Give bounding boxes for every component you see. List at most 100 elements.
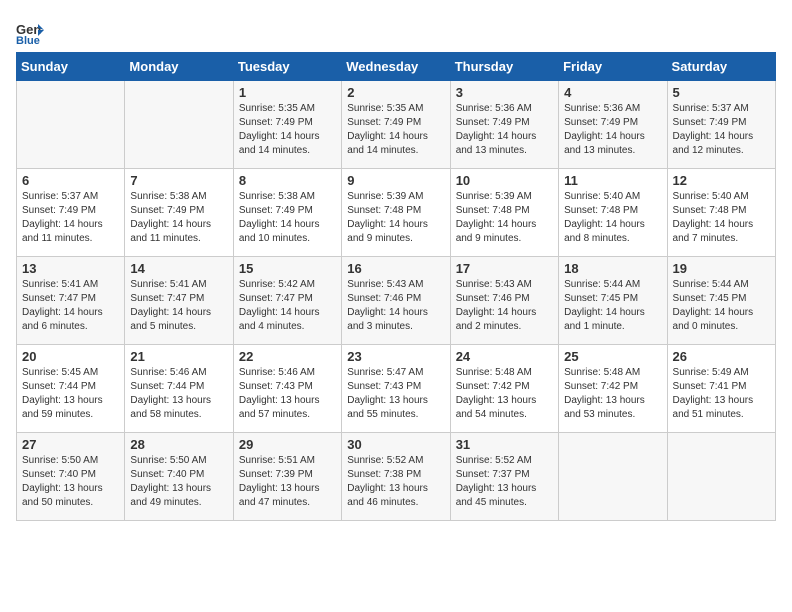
day-info: Sunrise: 5:40 AM Sunset: 7:48 PM Dayligh… <box>564 190 661 246</box>
day-info: Sunrise: 5:47 AM Sunset: 7:43 PM Dayligh… <box>347 366 444 422</box>
day-number: 31 <box>456 437 553 452</box>
day-info: Sunrise: 5:50 AM Sunset: 7:40 PM Dayligh… <box>22 454 119 510</box>
svg-text:Blue: Blue <box>16 35 40 44</box>
day-number: 24 <box>456 349 553 364</box>
day-info: Sunrise: 5:50 AM Sunset: 7:40 PM Dayligh… <box>130 454 227 510</box>
day-number: 20 <box>22 349 119 364</box>
calendar-cell: 13 Sunrise: 5:41 AM Sunset: 7:47 PM Dayli… <box>17 257 125 345</box>
day-info: Sunrise: 5:51 AM Sunset: 7:39 PM Dayligh… <box>239 454 336 510</box>
day-number: 26 <box>673 349 770 364</box>
calendar-cell: 2 Sunrise: 5:35 AM Sunset: 7:49 PM Daylig… <box>342 81 450 169</box>
day-number: 6 <box>22 173 119 188</box>
day-info: Sunrise: 5:35 AM Sunset: 7:49 PM Dayligh… <box>347 102 444 158</box>
calendar-week-row: 6 Sunrise: 5:37 AM Sunset: 7:49 PM Daylig… <box>17 169 776 257</box>
calendar-cell: 4Sunrise: 5:36 AM Sunset: 7:49 PM Daylig… <box>559 81 667 169</box>
day-number: 1 <box>239 85 336 100</box>
calendar-cell <box>559 433 667 521</box>
day-number: 5 <box>673 85 770 100</box>
day-number: 9 <box>347 173 444 188</box>
calendar-cell: 29 Sunrise: 5:51 AM Sunset: 7:39 PM Dayli… <box>233 433 341 521</box>
day-info: Sunrise: 5:38 AM Sunset: 7:49 PM Dayligh… <box>239 190 336 246</box>
day-info: Sunrise: 5:38 AM Sunset: 7:49 PM Dayligh… <box>130 190 227 246</box>
day-info: Sunrise: 5:43 AM Sunset: 7:46 PM Dayligh… <box>456 278 553 334</box>
day-info: Sunrise: 5:52 AM Sunset: 7:37 PM Dayligh… <box>456 454 553 510</box>
calendar-cell: 21 Sunrise: 5:46 AM Sunset: 7:44 PM Dayli… <box>125 345 233 433</box>
day-info: Sunrise: 5:48 AM Sunset: 7:42 PM Dayligh… <box>564 366 661 422</box>
calendar-cell: 25 Sunrise: 5:48 AM Sunset: 7:42 PM Dayli… <box>559 345 667 433</box>
day-info: Sunrise: 5:46 AM Sunset: 7:44 PM Dayligh… <box>130 366 227 422</box>
day-info: Sunrise: 5:41 AM Sunset: 7:47 PM Dayligh… <box>130 278 227 334</box>
day-info: Sunrise: 5:48 AM Sunset: 7:42 PM Dayligh… <box>456 366 553 422</box>
logo-icon: Gen Blue <box>16 16 44 44</box>
day-number: 21 <box>130 349 227 364</box>
calendar-table: SundayMondayTuesdayWednesdayThursdayFrid… <box>16 52 776 521</box>
day-info: Sunrise: 5:44 AM Sunset: 7:45 PM Dayligh… <box>673 278 770 334</box>
day-info: Sunrise: 5:46 AM Sunset: 7:43 PM Dayligh… <box>239 366 336 422</box>
day-info: Sunrise: 5:36 AM Sunset: 7:49 PM Dayligh… <box>564 102 661 158</box>
day-info: Sunrise: 5:49 AM Sunset: 7:41 PM Dayligh… <box>673 366 770 422</box>
day-of-week-header: Sunday <box>17 53 125 81</box>
day-info: Sunrise: 5:41 AM Sunset: 7:47 PM Dayligh… <box>22 278 119 334</box>
calendar-cell: 28 Sunrise: 5:50 AM Sunset: 7:40 PM Dayli… <box>125 433 233 521</box>
calendar-header-row: SundayMondayTuesdayWednesdayThursdayFrid… <box>17 53 776 81</box>
calendar-cell: 26 Sunrise: 5:49 AM Sunset: 7:41 PM Dayli… <box>667 345 775 433</box>
day-number: 22 <box>239 349 336 364</box>
calendar-cell: 31 Sunrise: 5:52 AM Sunset: 7:37 PM Dayli… <box>450 433 558 521</box>
day-number: 28 <box>130 437 227 452</box>
day-of-week-header: Saturday <box>667 53 775 81</box>
calendar-week-row: 20Sunrise: 5:45 AM Sunset: 7:44 PM Dayli… <box>17 345 776 433</box>
day-number: 15 <box>239 261 336 276</box>
calendar-cell: 3 Sunrise: 5:36 AM Sunset: 7:49 PM Daylig… <box>450 81 558 169</box>
calendar-cell: 9 Sunrise: 5:39 AM Sunset: 7:48 PM Daylig… <box>342 169 450 257</box>
day-of-week-header: Friday <box>559 53 667 81</box>
page-header: Gen Blue <box>16 16 776 44</box>
calendar-cell: 24 Sunrise: 5:48 AM Sunset: 7:42 PM Dayli… <box>450 345 558 433</box>
day-info: Sunrise: 5:37 AM Sunset: 7:49 PM Dayligh… <box>673 102 770 158</box>
day-number: 10 <box>456 173 553 188</box>
calendar-cell: 7 Sunrise: 5:38 AM Sunset: 7:49 PM Daylig… <box>125 169 233 257</box>
calendar-week-row: 1 Sunrise: 5:35 AM Sunset: 7:49 PM Daylig… <box>17 81 776 169</box>
day-number: 17 <box>456 261 553 276</box>
day-number: 23 <box>347 349 444 364</box>
day-info: Sunrise: 5:40 AM Sunset: 7:48 PM Dayligh… <box>673 190 770 246</box>
day-number: 12 <box>673 173 770 188</box>
day-of-week-header: Tuesday <box>233 53 341 81</box>
day-number: 18 <box>564 261 661 276</box>
calendar-cell <box>667 433 775 521</box>
calendar-cell: 11 Sunrise: 5:40 AM Sunset: 7:48 PM Dayli… <box>559 169 667 257</box>
day-number: 29 <box>239 437 336 452</box>
day-number: 11 <box>564 173 661 188</box>
calendar-week-row: 27Sunrise: 5:50 AM Sunset: 7:40 PM Dayli… <box>17 433 776 521</box>
day-number: 19 <box>673 261 770 276</box>
day-number: 8 <box>239 173 336 188</box>
calendar-cell: 18 Sunrise: 5:44 AM Sunset: 7:45 PM Dayli… <box>559 257 667 345</box>
calendar-cell: 22 Sunrise: 5:46 AM Sunset: 7:43 PM Dayli… <box>233 345 341 433</box>
calendar-cell: 10Sunrise: 5:39 AM Sunset: 7:48 PM Dayli… <box>450 169 558 257</box>
calendar-cell: 6 Sunrise: 5:37 AM Sunset: 7:49 PM Daylig… <box>17 169 125 257</box>
day-info: Sunrise: 5:37 AM Sunset: 7:49 PM Dayligh… <box>22 190 119 246</box>
day-info: Sunrise: 5:36 AM Sunset: 7:49 PM Dayligh… <box>456 102 553 158</box>
calendar-cell: 15 Sunrise: 5:42 AM Sunset: 7:47 PM Dayli… <box>233 257 341 345</box>
calendar-cell: 20Sunrise: 5:45 AM Sunset: 7:44 PM Dayli… <box>17 345 125 433</box>
day-number: 25 <box>564 349 661 364</box>
day-info: Sunrise: 5:44 AM Sunset: 7:45 PM Dayligh… <box>564 278 661 334</box>
day-of-week-header: Thursday <box>450 53 558 81</box>
calendar-cell: 1Sunrise: 5:35 AM Sunset: 7:49 PM Daylig… <box>233 81 341 169</box>
day-number: 7 <box>130 173 227 188</box>
day-info: Sunrise: 5:43 AM Sunset: 7:46 PM Dayligh… <box>347 278 444 334</box>
day-number: 14 <box>130 261 227 276</box>
calendar-cell: 30 Sunrise: 5:52 AM Sunset: 7:38 PM Dayli… <box>342 433 450 521</box>
calendar-cell <box>125 81 233 169</box>
calendar-cell: 5 Sunrise: 5:37 AM Sunset: 7:49 PM Daylig… <box>667 81 775 169</box>
day-number: 30 <box>347 437 444 452</box>
day-number: 2 <box>347 85 444 100</box>
day-info: Sunrise: 5:52 AM Sunset: 7:38 PM Dayligh… <box>347 454 444 510</box>
day-info: Sunrise: 5:39 AM Sunset: 7:48 PM Dayligh… <box>347 190 444 246</box>
calendar-cell: 27Sunrise: 5:50 AM Sunset: 7:40 PM Dayli… <box>17 433 125 521</box>
day-number: 3 <box>456 85 553 100</box>
day-number: 13 <box>22 261 119 276</box>
day-info: Sunrise: 5:42 AM Sunset: 7:47 PM Dayligh… <box>239 278 336 334</box>
calendar-cell: 17 Sunrise: 5:43 AM Sunset: 7:46 PM Dayli… <box>450 257 558 345</box>
day-number: 16 <box>347 261 444 276</box>
calendar-cell <box>17 81 125 169</box>
